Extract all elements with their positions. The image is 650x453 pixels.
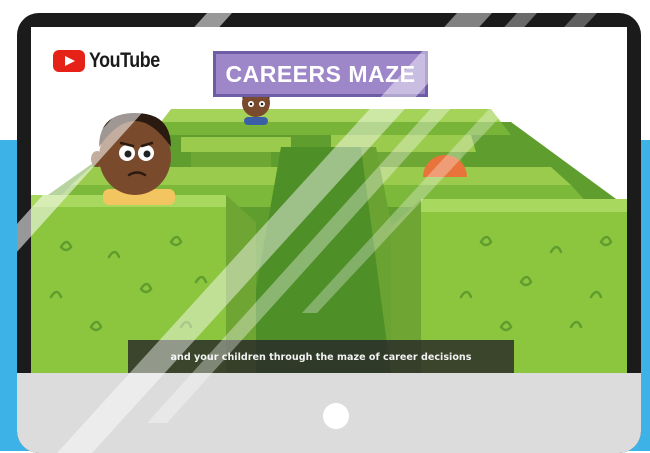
video-caption: and your children through the maze of ca… [128, 340, 514, 374]
youtube-wordmark: YouTube [89, 49, 160, 72]
youtube-logo[interactable]: YouTube [53, 49, 172, 73]
monitor: YouTube CAREERS MAZE and your children t… [17, 13, 641, 453]
power-button-icon[interactable] [323, 403, 349, 429]
careers-maze-sign: CAREERS MAZE [213, 51, 428, 97]
youtube-logo-icon [53, 50, 85, 72]
video-screen[interactable]: YouTube CAREERS MAZE and your children t… [31, 27, 627, 374]
